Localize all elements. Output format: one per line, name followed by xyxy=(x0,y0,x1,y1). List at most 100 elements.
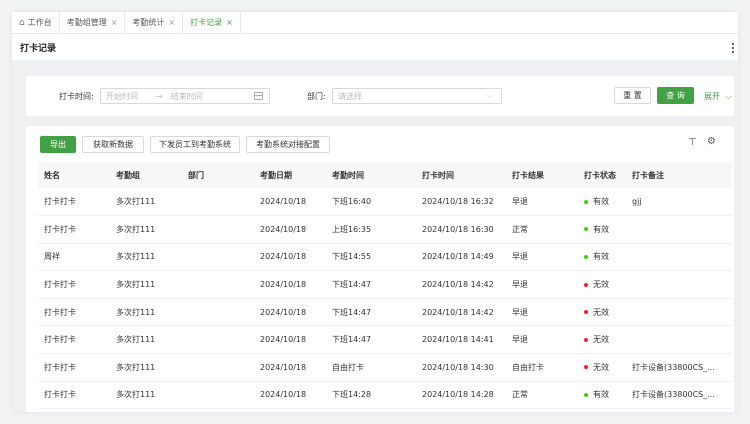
result-cell: 早退 xyxy=(506,325,578,355)
name-cell: 打卡打卡 xyxy=(38,270,110,299)
note-cell xyxy=(626,215,732,244)
status-dot xyxy=(584,254,588,259)
push-employees-button[interactable]: 下发员工到考勤系统 xyxy=(150,136,240,153)
close-icon[interactable]: × xyxy=(111,18,118,27)
status-cell: 无效 xyxy=(578,353,626,382)
table-header-row: 姓名 考勤组 部门 考勤日期 考勤时间 打卡时间 打卡结果 打卡状态 打卡备注 xyxy=(38,162,732,188)
punch-cell: 2024/10/18 14:42 xyxy=(416,298,506,327)
status-text: 有效 xyxy=(593,390,609,400)
chevron-down-icon: ⌵ xyxy=(486,91,493,100)
attendance-config-button[interactable]: 考勤系统对接配置 xyxy=(246,136,330,153)
group-cell: 多次打111 xyxy=(110,215,182,244)
name-cell: 打卡打卡 xyxy=(38,325,110,355)
date-cell: 2024/10/18 xyxy=(254,188,326,217)
date-cell: 2024/10/18 xyxy=(254,353,326,382)
group-cell: 多次打111 xyxy=(110,353,182,382)
shift-cell: 下班16:40 xyxy=(326,188,416,217)
column-header: 考勤组 xyxy=(110,162,182,188)
name-cell: 打卡打卡 xyxy=(38,188,110,217)
status-text: 无效 xyxy=(593,280,609,290)
status-cell: 无效 xyxy=(578,325,626,355)
status-cell: 有效 xyxy=(578,188,626,217)
note-cell xyxy=(626,270,732,299)
table-row[interactable]: 打卡打卡 多次打111 2024/10/18 上班16:35 2024/10/18 16… xyxy=(38,215,732,244)
more-vertical-icon[interactable] xyxy=(732,43,735,55)
status-text: 无效 xyxy=(593,307,609,317)
status-text: 无效 xyxy=(593,335,609,345)
records-panel: 导出 获取新数据 下发员工到考勤系统 考勤系统对接配置 ⊤ ⚙ 姓名 考勤组 部… xyxy=(26,126,734,412)
name-cell: 打卡打卡 xyxy=(38,353,110,382)
department-placeholder: 请选择 xyxy=(338,91,362,101)
tab-label: 考勤统计 xyxy=(132,18,165,27)
table-row[interactable]: 周祥 多次打111 2024/10/18 下班14:55 2024/10/18 14:4… xyxy=(38,243,732,272)
column-header: 打卡状态 xyxy=(578,162,626,188)
result-cell: 早退 xyxy=(506,188,578,217)
dept-cell xyxy=(182,215,254,244)
shift-cell: 自由打卡 xyxy=(326,353,416,382)
shift-cell: 下班14:47 xyxy=(326,298,416,327)
status-cell: 有效 xyxy=(578,243,626,272)
department-select[interactable]: 请选择 ⌵ xyxy=(332,88,502,104)
punch-cell: 2024/10/18 16:30 xyxy=(416,215,506,244)
status-text: 有效 xyxy=(593,197,609,207)
search-button[interactable]: 查 询 xyxy=(657,87,694,104)
name-cell: 打卡打卡 xyxy=(38,381,110,410)
start-time-placeholder: 开始时间 xyxy=(106,91,138,101)
shift-cell: 下班14:47 xyxy=(326,270,416,299)
column-header: 考勤时间 xyxy=(326,162,416,188)
range-arrow: → xyxy=(156,91,163,101)
column-header: 部门 xyxy=(182,162,254,188)
status-dot xyxy=(584,365,588,370)
punch-time-range-input[interactable]: 开始时间 → 结束时间 xyxy=(100,88,270,104)
page-header: 打卡记录 xyxy=(12,34,738,60)
tab-punch-records[interactable]: 打卡记录 × xyxy=(183,12,241,33)
date-cell: 2024/10/18 xyxy=(254,381,326,410)
date-cell: 2024/10/18 xyxy=(254,298,326,327)
gear-icon[interactable]: ⚙ xyxy=(707,136,716,147)
tab-workbench[interactable]: ⌂ 工作台 xyxy=(12,12,60,33)
note-cell xyxy=(626,243,732,272)
tab-attendance-group[interactable]: 考勤组管理 × xyxy=(60,12,126,33)
column-header: 考勤日期 xyxy=(254,162,326,188)
close-icon[interactable]: × xyxy=(226,18,233,27)
close-icon[interactable]: × xyxy=(168,18,175,27)
punch-cell: 2024/10/18 14:49 xyxy=(416,243,506,272)
table-row[interactable]: 打卡打卡 多次打111 2024/10/18 自由打卡 2024/10/18 14:30… xyxy=(38,353,732,382)
dept-cell xyxy=(182,381,254,410)
group-cell: 多次打111 xyxy=(110,325,182,355)
status-dot xyxy=(584,337,588,342)
dept-cell xyxy=(182,188,254,217)
shift-cell: 上班16:35 xyxy=(326,215,416,244)
status-cell: 无效 xyxy=(578,298,626,327)
date-cell: 2024/10/18 xyxy=(254,215,326,244)
status-text: 无效 xyxy=(593,362,609,372)
note-cell: gjj xyxy=(626,188,732,217)
table-row[interactable]: 打卡打卡 多次打111 2024/10/18 下班14:47 2024/10/18 14… xyxy=(38,298,732,327)
result-cell: 自由打卡 xyxy=(506,353,578,382)
app-frame: ⌂ 工作台 考勤组管理 × 考勤统计 × 打卡记录 × 打卡记录 打卡时间: 开… xyxy=(12,12,738,412)
column-height-icon[interactable]: ⊤ xyxy=(688,137,697,148)
expand-toggle[interactable]: 展开 ⌵ xyxy=(704,91,732,102)
name-cell: 打卡打卡 xyxy=(38,298,110,327)
status-dot xyxy=(584,227,588,232)
end-time-placeholder: 结束时间 xyxy=(170,91,203,101)
fetch-new-data-button[interactable]: 获取新数据 xyxy=(82,136,144,153)
table-row[interactable]: 打卡打卡 多次打111 2024/10/18 下班14:28 2024/10/18 14… xyxy=(38,381,732,410)
status-text: 有效 xyxy=(593,252,609,262)
group-cell: 多次打111 xyxy=(110,298,182,327)
page-title: 打卡记录 xyxy=(20,43,57,54)
punch-cell: 2024/10/18 14:41 xyxy=(416,325,506,355)
name-cell: 周祥 xyxy=(38,243,110,272)
note-cell: 打卡设备(33800CS_... xyxy=(626,381,732,410)
tab-attendance-stats[interactable]: 考勤统计 × xyxy=(125,12,184,33)
department-label: 部门: xyxy=(307,92,326,101)
note-cell xyxy=(626,325,732,355)
tab-bar: ⌂ 工作台 考勤组管理 × 考勤统计 × 打卡记录 × xyxy=(12,12,738,34)
table-row[interactable]: 打卡打卡 多次打111 2024/10/18 下班16:40 2024/10/18 16… xyxy=(38,188,732,217)
table-row[interactable]: 打卡打卡 多次打111 2024/10/18 下班14:47 2024/10/18 14… xyxy=(38,270,732,299)
column-header: 打卡结果 xyxy=(506,162,578,188)
table-row[interactable]: 打卡打卡 多次打111 2024/10/18 下班14:47 2024/10/18 14… xyxy=(38,325,732,355)
group-cell: 多次打111 xyxy=(110,243,182,272)
export-button[interactable]: 导出 xyxy=(40,136,76,153)
reset-button[interactable]: 重 置 xyxy=(614,87,651,104)
